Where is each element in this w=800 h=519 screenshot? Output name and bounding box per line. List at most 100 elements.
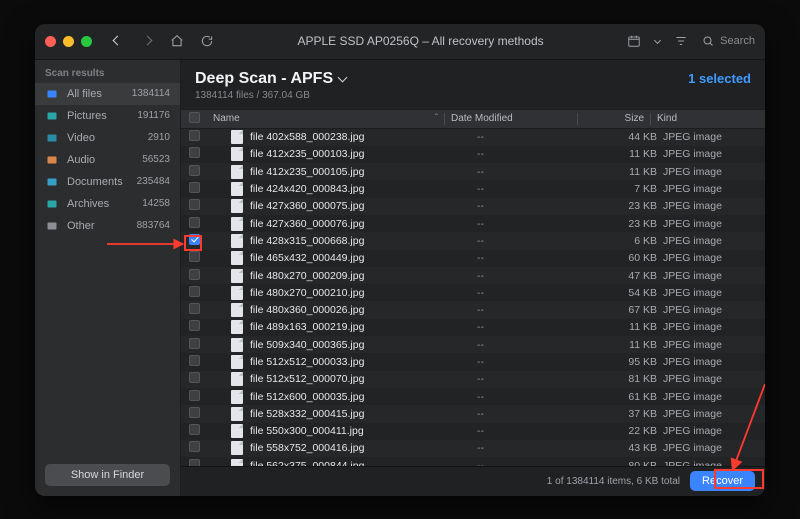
row-checkbox[interactable]	[189, 303, 200, 314]
file-table: file 402x588_000238.jpg--44 KBJPEG image…	[181, 129, 765, 466]
page-title: Deep Scan - APFS	[195, 70, 346, 88]
table-row[interactable]: file 550x300_000411.jpg--22 KBJPEG image	[181, 423, 765, 440]
filter-icon[interactable]	[670, 30, 692, 52]
recover-button[interactable]: Recover	[690, 471, 755, 491]
sidebar-item-audio[interactable]: Audio56523	[35, 149, 180, 171]
file-name: file 402x588_000238.jpg	[250, 131, 364, 143]
table-row[interactable]: file 562x375_000844.jpg--80 KBJPEG image	[181, 457, 765, 465]
file-size: 11 KB	[597, 148, 657, 160]
table-row[interactable]: file 528x332_000415.jpg--37 KBJPEG image	[181, 405, 765, 422]
file-size: 11 KB	[597, 166, 657, 178]
file-date: --	[477, 391, 597, 403]
file-kind: JPEG image	[657, 270, 757, 282]
table-row[interactable]: file 512x512_000070.jpg--81 KBJPEG image	[181, 371, 765, 388]
file-name: file 428x315_000668.jpg	[250, 235, 364, 247]
file-name: file 427x360_000075.jpg	[250, 200, 364, 212]
file-name: file 480x270_000210.jpg	[250, 287, 364, 299]
file-kind: JPEG image	[657, 304, 757, 316]
file-name: file 512x512_000070.jpg	[250, 373, 364, 385]
table-row[interactable]: file 427x360_000076.jpg--23 KBJPEG image	[181, 215, 765, 232]
row-checkbox[interactable]	[189, 286, 200, 297]
table-row[interactable]: file 489x163_000219.jpg--11 KBJPEG image	[181, 319, 765, 336]
table-row[interactable]: file 427x360_000075.jpg--23 KBJPEG image	[181, 198, 765, 215]
row-checkbox[interactable]	[189, 182, 200, 193]
refresh-icon[interactable]	[196, 30, 218, 52]
row-checkbox[interactable]	[189, 407, 200, 418]
file-name: file 550x300_000411.jpg	[250, 425, 364, 437]
row-checkbox[interactable]	[189, 234, 200, 245]
sidebar-item-archives[interactable]: Archives14258	[35, 193, 180, 215]
sidebar-item-video[interactable]: Video2910	[35, 127, 180, 149]
select-all-checkbox[interactable]	[189, 112, 200, 123]
row-checkbox[interactable]	[189, 441, 200, 452]
sidebar-item-pictures[interactable]: Pictures191176	[35, 105, 180, 127]
nav-forward-button[interactable]	[136, 30, 158, 52]
sidebar-item-all-files[interactable]: All files1384114	[35, 83, 180, 105]
table-row[interactable]: file 402x588_000238.jpg--44 KBJPEG image	[181, 129, 765, 146]
table-row[interactable]: file 465x432_000449.jpg--60 KBJPEG image	[181, 250, 765, 267]
minimize-icon[interactable]	[63, 36, 74, 47]
sidebar-item-documents[interactable]: Documents235484	[35, 171, 180, 193]
home-icon[interactable]	[166, 30, 188, 52]
table-row[interactable]: file 428x315_000668.jpg--6 KBJPEG image	[181, 232, 765, 249]
file-size: 23 KB	[597, 200, 657, 212]
table-row[interactable]: file 512x600_000035.jpg--61 KBJPEG image	[181, 388, 765, 405]
row-checkbox[interactable]	[189, 390, 200, 401]
table-row[interactable]: file 480x270_000210.jpg--54 KBJPEG image	[181, 284, 765, 301]
table-row[interactable]: file 558x752_000416.jpg--43 KBJPEG image	[181, 440, 765, 457]
file-kind: JPEG image	[657, 321, 757, 333]
row-checkbox[interactable]	[189, 217, 200, 228]
file-kind: JPEG image	[657, 373, 757, 385]
file-date: --	[477, 287, 597, 299]
app-window: APPLE SSD AP0256Q – All recovery methods…	[35, 24, 765, 496]
column-date[interactable]: Date Modified	[451, 113, 571, 124]
column-name[interactable]: Name ˆ	[213, 113, 438, 124]
row-checkbox[interactable]	[189, 130, 200, 141]
file-icon	[231, 390, 243, 404]
file-size: 6 KB	[597, 235, 657, 247]
calendar-icon[interactable]	[623, 30, 645, 52]
table-row[interactable]: file 512x512_000033.jpg--95 KBJPEG image	[181, 353, 765, 370]
search-input[interactable]: Search	[702, 35, 755, 47]
sidebar-item-count: 235484	[137, 176, 170, 187]
row-checkbox[interactable]	[189, 372, 200, 383]
row-checkbox[interactable]	[189, 251, 200, 262]
nav-back-button[interactable]	[106, 30, 128, 52]
file-size: 61 KB	[597, 391, 657, 403]
row-checkbox[interactable]	[189, 165, 200, 176]
table-row[interactable]: file 480x270_000209.jpg--47 KBJPEG image	[181, 267, 765, 284]
footer: 1 of 1384114 items, 6 KB total Recover	[181, 466, 765, 496]
sidebar-item-count: 2910	[148, 132, 170, 143]
table-row[interactable]: file 412x235_000103.jpg--11 KBJPEG image	[181, 146, 765, 163]
row-checkbox[interactable]	[189, 147, 200, 158]
file-name: file 465x432_000449.jpg	[250, 252, 364, 264]
row-checkbox[interactable]	[189, 424, 200, 435]
file-size: 37 KB	[597, 408, 657, 420]
show-in-finder-button[interactable]: Show in Finder	[45, 464, 170, 486]
sidebar-item-label: Pictures	[67, 110, 107, 122]
row-checkbox[interactable]	[189, 338, 200, 349]
maximize-icon[interactable]	[81, 36, 92, 47]
column-kind[interactable]: Kind	[657, 113, 757, 124]
window-controls	[45, 36, 92, 47]
row-checkbox[interactable]	[189, 320, 200, 331]
file-icon	[231, 338, 243, 352]
row-checkbox[interactable]	[189, 269, 200, 280]
category-icon	[45, 197, 59, 211]
table-row[interactable]: file 509x340_000365.jpg--11 KBJPEG image	[181, 336, 765, 353]
chevron-down-icon[interactable]	[338, 73, 348, 83]
column-size[interactable]: Size	[584, 113, 644, 124]
chevron-down-icon[interactable]	[654, 36, 661, 43]
file-name: file 528x332_000415.jpg	[250, 408, 364, 420]
row-checkbox[interactable]	[189, 199, 200, 210]
file-icon	[231, 286, 243, 300]
close-icon[interactable]	[45, 36, 56, 47]
file-name: file 424x420_000843.jpg	[250, 183, 364, 195]
table-row[interactable]: file 480x360_000026.jpg--67 KBJPEG image	[181, 301, 765, 318]
table-row[interactable]: file 424x420_000843.jpg--7 KBJPEG image	[181, 180, 765, 197]
sidebar-item-other[interactable]: Other883764	[35, 215, 180, 237]
file-icon	[231, 372, 243, 386]
row-checkbox[interactable]	[189, 355, 200, 366]
row-checkbox[interactable]	[189, 459, 200, 466]
table-row[interactable]: file 412x235_000105.jpg--11 KBJPEG image	[181, 163, 765, 180]
